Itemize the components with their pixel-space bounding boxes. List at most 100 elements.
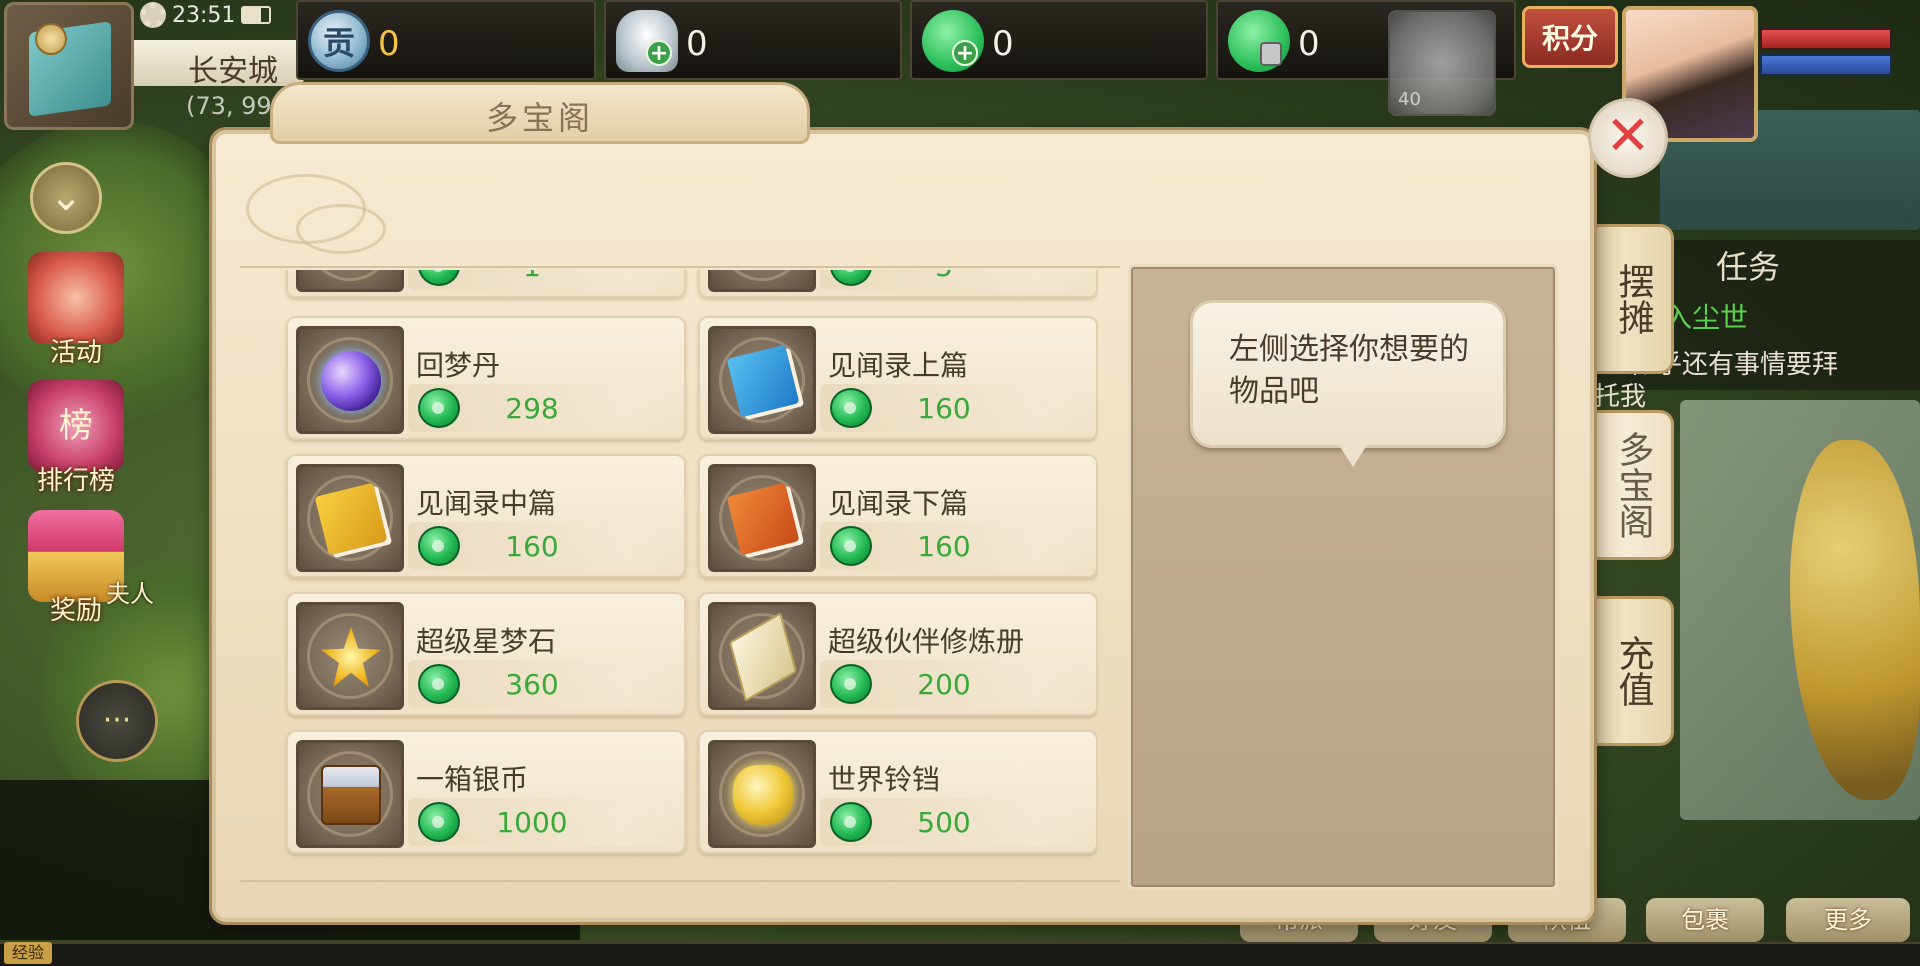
quest-title: 任务	[1716, 248, 1781, 286]
item-price: 1000	[496, 806, 568, 839]
item-icon-frame	[296, 326, 404, 434]
item-icon-frame	[708, 602, 816, 710]
ranking-board-icon: 榜	[28, 380, 124, 472]
list-item[interactable]: 1	[286, 270, 686, 298]
item-name: 见闻录上篇	[828, 349, 969, 382]
npc-name-label: 夫人	[106, 580, 154, 608]
silver-currency[interactable]: + 0	[604, 0, 902, 80]
dream-pill-icon	[321, 351, 381, 411]
quest-description-line2: 托我	[1594, 382, 1647, 412]
list-item[interactable]: 回梦丹 298	[286, 316, 686, 440]
item-price: 160	[917, 392, 971, 425]
price-row: 5	[820, 270, 1092, 290]
jade-price-icon	[418, 802, 460, 842]
close-button[interactable]: ✕	[1588, 98, 1668, 178]
price-row: 1000	[408, 798, 680, 846]
item-name: 一箱银币	[416, 763, 529, 796]
list-item[interactable]: 超级星梦石 360	[286, 592, 686, 716]
gear-icon[interactable]	[140, 2, 166, 28]
ranking-label: 排行榜	[36, 466, 115, 496]
golden-bells-icon	[733, 765, 793, 825]
jade-price-icon	[830, 526, 872, 566]
item-icon-frame	[296, 602, 404, 710]
item-name: 见闻录下篇	[828, 487, 969, 520]
contribution-currency[interactable]: 贡 0	[296, 0, 596, 80]
pet-portrait[interactable]: 40	[1388, 10, 1496, 116]
bag-button[interactable]: 包裹	[1646, 898, 1764, 942]
score-button[interactable]: 积分	[1522, 6, 1618, 68]
battery-icon	[241, 6, 272, 24]
clock: 23:51	[172, 2, 236, 28]
item-name: 世界铃铛	[828, 763, 941, 796]
item-name: 超级伙伴修炼册	[828, 625, 1025, 658]
list-item[interactable]: 见闻录上篇 160	[698, 316, 1098, 440]
close-icon: ✕	[1605, 104, 1651, 167]
cloud-decoration	[296, 204, 386, 254]
location-coords: (73, 99	[186, 92, 272, 120]
item-icon-frame	[296, 270, 404, 292]
price-row: 160	[408, 522, 680, 570]
item-icon-frame	[708, 464, 816, 572]
location-bar[interactable]: 长安城	[134, 40, 304, 89]
tab-treasure-shop[interactable]: 多宝阁	[1594, 410, 1674, 560]
hp-bar	[1760, 28, 1892, 50]
add-silver-icon[interactable]: +	[646, 40, 672, 66]
horn-icon	[28, 252, 124, 344]
item-icon-frame	[296, 464, 404, 572]
list-divider	[240, 266, 1120, 268]
collapse-menu-button[interactable]: ⌄	[30, 162, 102, 234]
ranking-button[interactable]: 榜 排行榜	[16, 380, 136, 497]
item-price: 5	[884, 270, 1004, 283]
activity-button[interactable]: 活动	[16, 252, 136, 369]
list-item[interactable]: 超级伙伴修炼册 200	[698, 592, 1098, 716]
list-item[interactable]: 见闻录下篇 160	[698, 454, 1098, 578]
jade-price-icon	[830, 388, 872, 428]
price-row: 298	[408, 384, 680, 432]
item-price: 500	[917, 806, 971, 839]
shop-item-list[interactable]: 1 5 回梦丹 298 见闻录上篇 160 见闻录中篇	[278, 270, 1098, 872]
world-map-button[interactable]	[4, 2, 134, 130]
bound-jade-value: 0	[1298, 24, 1320, 64]
list-divider	[240, 880, 1120, 882]
list-item[interactable]: 一箱银币 1000	[286, 730, 686, 854]
add-jade-icon[interactable]: +	[952, 40, 978, 66]
list-item[interactable]: 见闻录中篇 160	[286, 454, 686, 578]
jade-value: 0	[992, 24, 1014, 64]
jade-price-icon	[418, 664, 460, 704]
shop-title-plate: 多宝阁	[270, 82, 810, 144]
item-price: 160	[917, 530, 971, 563]
item-price: 200	[917, 668, 971, 701]
jade-icon	[922, 10, 984, 72]
jade-price-icon	[418, 270, 460, 286]
tab-recharge[interactable]: 充值	[1594, 596, 1674, 746]
jade-currency[interactable]: + 0	[910, 0, 1208, 80]
lock-icon	[1260, 42, 1282, 66]
pet-level: 40	[1398, 89, 1421, 110]
chat-bubble-icon: ···	[102, 703, 132, 738]
more-button[interactable]: 更多	[1786, 898, 1910, 942]
activity-label: 活动	[49, 338, 102, 368]
shop-title: 多宝阁	[485, 99, 594, 137]
chevron-down-icon: ⌄	[49, 174, 83, 220]
item-price: 1	[472, 270, 592, 283]
silver-chest-icon	[321, 765, 381, 825]
list-item[interactable]: 世界铃铛 500	[698, 730, 1098, 854]
jade-price-icon	[418, 526, 460, 566]
experience-bar	[0, 942, 1920, 966]
chat-button[interactable]: ···	[76, 680, 158, 762]
item-icon-frame	[296, 740, 404, 848]
silver-value: 0	[686, 24, 708, 64]
price-row: 360	[408, 660, 680, 708]
jade-price-icon	[830, 802, 872, 842]
price-row: 500	[820, 798, 1092, 846]
item-price: 360	[505, 668, 559, 701]
item-name: 回梦丹	[416, 349, 501, 382]
hint-bubble: 左侧选择你想要的物品吧	[1190, 300, 1506, 467]
location-name: 长安城	[188, 54, 278, 89]
reward-button[interactable]: 奖励	[16, 510, 136, 627]
compass-icon	[35, 23, 67, 55]
list-item[interactable]: 5	[698, 270, 1098, 298]
tab-stall[interactable]: 摆摊	[1594, 224, 1674, 374]
price-row: 160	[820, 522, 1092, 570]
item-icon-frame	[708, 270, 816, 292]
